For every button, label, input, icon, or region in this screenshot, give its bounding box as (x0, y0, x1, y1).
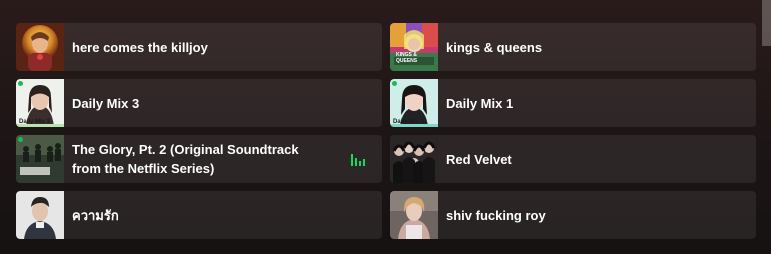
daily-mix-cover-icon: Daily Mix 1 (390, 79, 438, 127)
album-art-collage-icon: KINGS & QUEENS (390, 23, 438, 71)
scrollbar-thumb[interactable] (762, 0, 771, 46)
artist-photo-icon (16, 191, 64, 239)
shortcut-card-title: ความรัก (72, 207, 119, 223)
now-playing-equalizer-icon (351, 154, 365, 166)
shortcut-card-killjoy[interactable]: here comes the killjoy (16, 23, 382, 71)
shortcut-card-shiv-roy[interactable]: shiv fucking roy (390, 191, 756, 239)
shortcut-card-title: here comes the killjoy (72, 39, 208, 55)
shortcut-card-title: Daily Mix 1 (446, 95, 514, 111)
spotify-badge-icon (18, 81, 23, 86)
shortcut-card-title: kings & queens (446, 39, 543, 55)
shortcut-card-title: The Glory, Pt. 2 (Original Soundtrack fr… (72, 142, 299, 176)
soundtrack-cover-icon (16, 135, 64, 183)
playlist-cover-icon (390, 191, 438, 239)
shortcut-card-title: shiv fucking roy (446, 207, 546, 223)
shortcut-card-title: Red Velvet (446, 151, 512, 167)
shortcut-card-daily-mix-1[interactable]: Daily Mix 1 Daily Mix 1 (390, 79, 756, 127)
shortcut-card-khwam-rak[interactable]: ความรัก (16, 191, 382, 239)
album-art-portrait-icon (16, 23, 64, 71)
home-shortcuts-section: here comes the killjoy KINGS & QUEENS ki… (0, 0, 771, 254)
shortcut-card-title: Daily Mix 3 (72, 95, 140, 111)
cover-text: KINGS & QUEENS (396, 52, 418, 64)
artist-group-photo-icon (390, 135, 438, 183)
mix-color-bar (390, 124, 438, 127)
spotify-badge-icon (392, 81, 397, 86)
shortcut-card-kings-queens[interactable]: KINGS & QUEENS kings & queens (390, 23, 756, 71)
shortcut-card-the-glory[interactable]: The Glory, Pt. 2 (Original Soundtrack fr… (16, 135, 382, 183)
mix-color-bar (16, 124, 64, 127)
shortcut-card-red-velvet[interactable]: Red Velvet (390, 135, 756, 183)
shortcut-grid: here comes the killjoy KINGS & QUEENS ki… (16, 23, 756, 239)
spotify-badge-icon (18, 137, 23, 142)
shortcut-card-daily-mix-3[interactable]: Daily Mix 3 Daily Mix 3 (16, 79, 382, 127)
daily-mix-cover-icon: Daily Mix 3 (16, 79, 64, 127)
